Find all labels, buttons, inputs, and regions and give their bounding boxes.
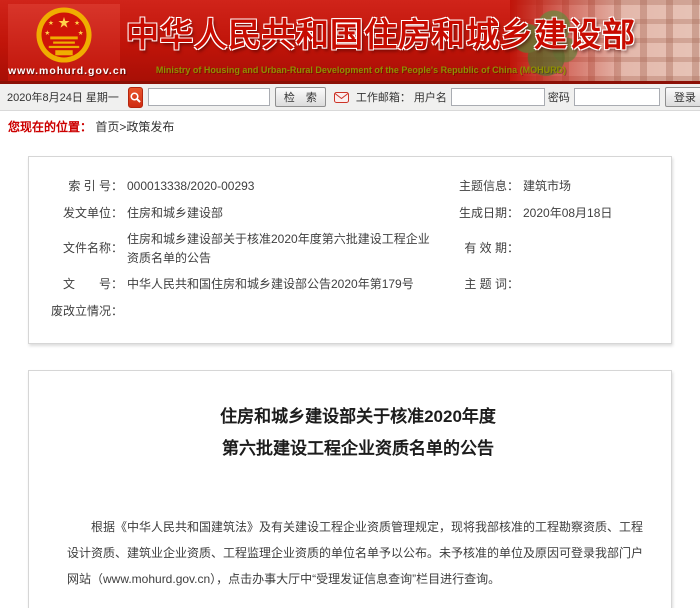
svg-text:★: ★: [44, 30, 50, 37]
svg-text:★: ★: [58, 16, 71, 32]
doc-number-value: 中华人民共和国住房和城乡建设部公告2020年第179号: [123, 271, 439, 298]
doc-info-row: 文件名称： 住房和城乡建设部关于核准2020年度第六批建设工程企业资质名单的公告…: [37, 226, 659, 271]
article-box: 住房和城乡建设部关于核准2020年度 第六批建设工程企业资质名单的公告 根据《中…: [28, 370, 672, 608]
doc-info-row: 发文单位： 住房和城乡建设部 生成日期： 2020年08月18日: [37, 200, 659, 227]
repeal-status-label: 废改立情况：: [37, 298, 123, 325]
site-subtitle: Ministry of Housing and Urban-Rural Deve…: [126, 65, 596, 75]
search-icon[interactable]: [128, 87, 143, 108]
site-url[interactable]: www.mohurd.gov.cn: [8, 65, 120, 77]
keywords-label: 主 题 词：: [439, 271, 519, 298]
page: ★ ★ ★ ★ ★ www.mohurd.gov.cn 中华人民共和国住房和城乡…: [0, 0, 700, 608]
username-input[interactable]: [451, 88, 545, 106]
site-logo[interactable]: ★ ★ ★ ★ ★ www.mohurd.gov.cn: [8, 4, 120, 82]
valid-period-value: [519, 226, 659, 271]
breadcrumb-path[interactable]: 首页>政策发布: [95, 120, 174, 134]
index-number-value: 000013338/2020-00293: [123, 173, 439, 200]
mail-icon: [334, 92, 349, 103]
current-date: 2020年8月24日 星期一: [7, 89, 119, 105]
svg-text:★: ★: [48, 20, 54, 27]
doc-info-row: 索 引 号： 000013338/2020-00293 主题信息： 建筑市场: [37, 173, 659, 200]
national-emblem-icon: ★ ★ ★ ★ ★: [8, 6, 120, 64]
article-title-line1: 住房和城乡建设部关于核准2020年度: [67, 401, 649, 433]
search-button[interactable]: 检 索: [275, 87, 326, 107]
index-number-label: 索 引 号：: [37, 173, 123, 200]
topic-info-value: 建筑市场: [519, 173, 659, 200]
file-title-label: 文件名称：: [37, 226, 123, 271]
password-input[interactable]: [574, 88, 660, 106]
doc-number-label: 文 号：: [37, 271, 123, 298]
doc-info-box: 索 引 号： 000013338/2020-00293 主题信息： 建筑市场 发…: [28, 156, 672, 344]
issuing-unit-value: 住房和城乡建设部: [123, 200, 439, 227]
site-header: ★ ★ ★ ★ ★ www.mohurd.gov.cn 中华人民共和国住房和城乡…: [0, 0, 700, 84]
doc-info-row: 文 号： 中华人民共和国住房和城乡建设部公告2020年第179号 主 题 词：: [37, 271, 659, 298]
repeal-status-value: [123, 298, 439, 325]
breadcrumb-label: 您现在的位置：: [8, 120, 92, 134]
username-label: 用户名: [414, 89, 447, 105]
issuing-unit-label: 发文单位：: [37, 200, 123, 227]
toolbar: 2020年8月24日 星期一 检 索 工作邮箱： 用户名 密码 登录: [0, 84, 700, 111]
valid-period-label: 有 效 期：: [439, 226, 519, 271]
header-titles: 中华人民共和国住房和城乡建设部 Ministry of Housing and …: [126, 8, 596, 75]
doc-info-table: 索 引 号： 000013338/2020-00293 主题信息： 建筑市场 发…: [37, 173, 659, 325]
doc-info-row: 废改立情况：: [37, 298, 659, 325]
created-date-label: 生成日期：: [439, 200, 519, 227]
site-title: 中华人民共和国住房和城乡建设部: [126, 8, 596, 56]
svg-text:★: ★: [74, 20, 80, 27]
file-title-value: 住房和城乡建设部关于核准2020年度第六批建设工程企业资质名单的公告: [123, 226, 439, 271]
search-input[interactable]: [148, 88, 270, 106]
mail-label: 工作邮箱：: [356, 89, 411, 105]
password-label: 密码: [548, 89, 570, 105]
topic-info-label: 主题信息：: [439, 173, 519, 200]
article-paragraph: 根据《中华人民共和国建筑法》及有关建设工程企业资质管理规定，现将我部核准的工程勘…: [67, 515, 649, 592]
created-date-value: 2020年08月18日: [519, 200, 659, 227]
article-title: 住房和城乡建设部关于核准2020年度 第六批建设工程企业资质名单的公告: [67, 401, 649, 466]
login-button[interactable]: 登录: [665, 87, 700, 107]
svg-text:★: ★: [78, 30, 84, 37]
breadcrumb: 您现在的位置： 首页>政策发布: [0, 111, 700, 141]
keywords-value: [519, 271, 659, 298]
article-title-line2: 第六批建设工程企业资质名单的公告: [67, 433, 649, 465]
